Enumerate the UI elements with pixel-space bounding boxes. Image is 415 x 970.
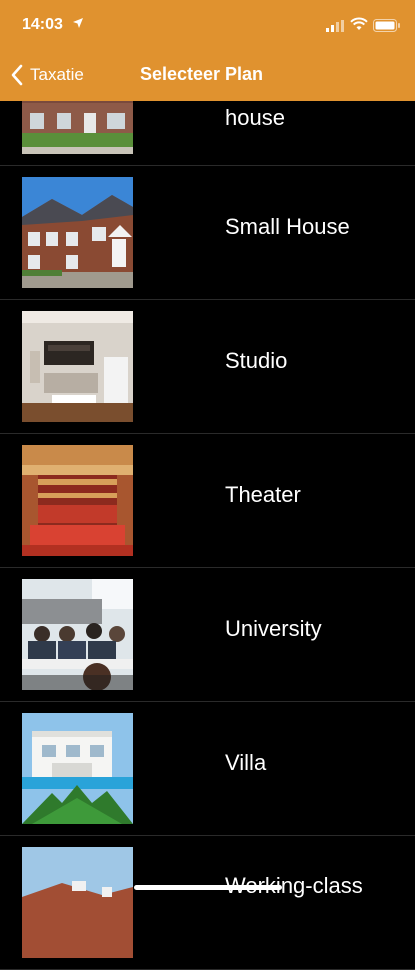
cellular-signal-icon (326, 20, 344, 32)
plan-label: Small House (225, 214, 350, 239)
plan-label-line2: house (225, 105, 285, 130)
status-time: 14:03 (22, 16, 63, 33)
list-item-working-class[interactable]: Working-class (0, 835, 415, 970)
plan-thumbnail (22, 847, 133, 958)
wifi-icon (350, 17, 368, 30)
navigation-bar: Taxatie Selecteer Plan (0, 50, 415, 101)
plan-thumbnail (22, 177, 133, 288)
plan-thumbnail (22, 445, 133, 556)
list-item-small-house[interactable]: Small House (0, 165, 415, 300)
status-bar: 14:03 (0, 0, 415, 50)
plan-label: Studio (225, 348, 288, 373)
list-item-studio[interactable]: Studio (0, 299, 415, 434)
plan-thumbnail (22, 579, 133, 690)
home-indicator[interactable] (134, 885, 282, 890)
app-header: 14:03 Taxatie Selecteer Plan (0, 0, 415, 101)
plan-label: University (225, 616, 322, 641)
plan-thumbnail (22, 311, 133, 422)
battery-icon (373, 19, 400, 32)
plan-label: Villa (225, 750, 267, 775)
list-item-villa[interactable]: Villa (0, 701, 415, 836)
list-item-university[interactable]: University (0, 567, 415, 702)
page-title: Selecteer Plan (139, 64, 264, 84)
list-item-theater[interactable]: Theater (0, 433, 415, 568)
plan-label: Theater (225, 482, 301, 507)
location-arrow-icon (73, 18, 83, 28)
plan-list: detached house Small Hous (0, 0, 415, 970)
plan-thumbnail (22, 713, 133, 824)
